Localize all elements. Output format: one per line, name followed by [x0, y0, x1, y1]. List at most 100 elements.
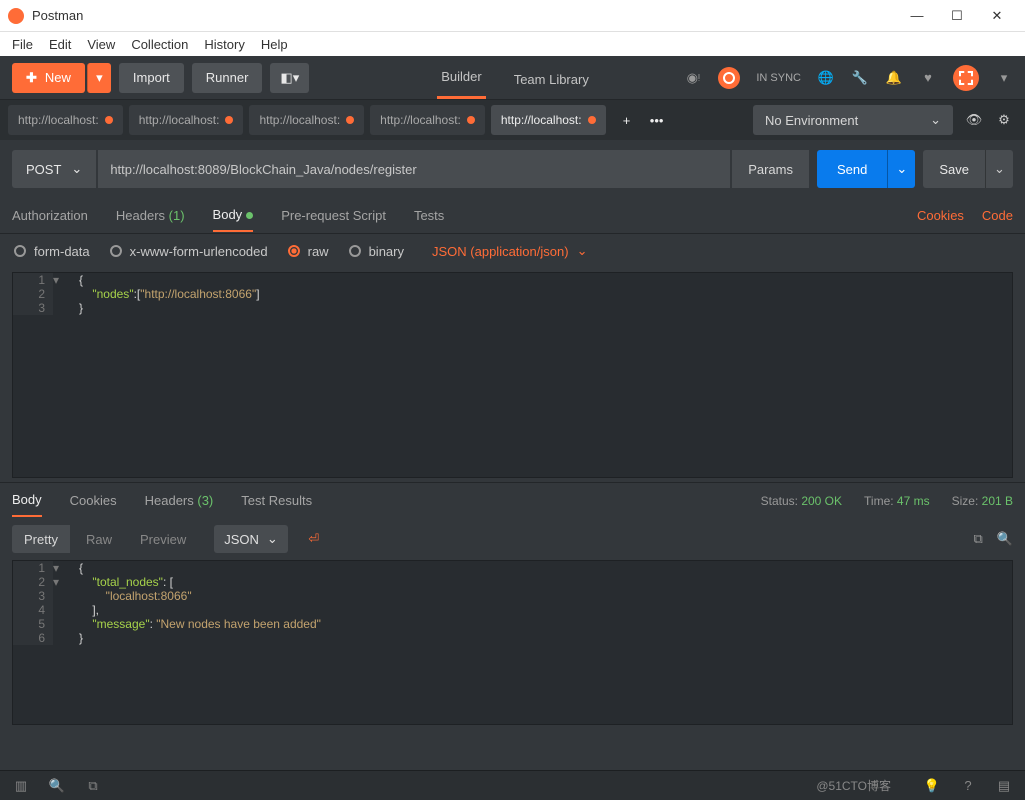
view-preview[interactable]: Preview [128, 525, 198, 553]
bulb-icon[interactable]: 💡 [923, 777, 941, 795]
resp-tab-body[interactable]: Body [12, 484, 42, 517]
request-subtabs: Authorization Headers (1) Body Pre-reque… [0, 198, 1025, 234]
content-type-select[interactable]: JSON (application/json)⌄ [432, 243, 587, 259]
help-icon[interactable]: ? [959, 777, 977, 795]
eye-icon[interactable]: 👁 [965, 111, 983, 129]
menu-help[interactable]: Help [261, 37, 288, 52]
gear-icon[interactable]: ⚙ [995, 111, 1013, 129]
user-dropdown-icon[interactable]: ▾ [995, 69, 1013, 87]
request-tab[interactable]: http://localhost: [129, 105, 244, 135]
watermark-text: @51CTO博客 [816, 777, 891, 794]
notifications-icon[interactable]: 🔔 [885, 69, 903, 87]
body-type-row: form-data x-www-form-urlencoded raw bina… [0, 234, 1025, 268]
active-dot-icon [246, 212, 253, 219]
runner-button[interactable]: Runner [192, 63, 263, 93]
request-body-editor[interactable]: 1▾{ 2 "nodes":["http://localhost:8066"] … [12, 272, 1013, 478]
capture-icon[interactable]: ◉ᵎ [684, 69, 702, 87]
dirty-dot-icon [588, 116, 596, 124]
top-toolbar: ✚New ▾ Import Runner ◧▾ Builder Team Lib… [0, 56, 1025, 100]
view-pretty[interactable]: Pretty [12, 525, 70, 553]
params-button[interactable]: Params [732, 150, 809, 188]
response-tabs: Body Cookies Headers (3) Test Results St… [0, 482, 1025, 518]
url-bar: POST ⌄ Params Send ⌄ Save ⌄ [0, 140, 1025, 198]
dirty-dot-icon [105, 116, 113, 124]
user-avatar[interactable] [953, 65, 979, 91]
chevron-down-icon: ⌄ [577, 243, 588, 259]
open-new-window-button[interactable]: ◧▾ [270, 63, 309, 93]
save-dropdown[interactable]: ⌄ [985, 150, 1013, 188]
http-method-select[interactable]: POST ⌄ [12, 150, 96, 188]
menu-file[interactable]: File [12, 37, 33, 52]
subtab-authorization[interactable]: Authorization [12, 200, 88, 231]
menu-history[interactable]: History [204, 37, 244, 52]
sync-status-icon[interactable] [718, 67, 740, 89]
radio-form-data[interactable]: form-data [14, 244, 90, 259]
add-tab-button[interactable]: + [612, 105, 642, 135]
radio-urlencoded[interactable]: x-www-form-urlencoded [110, 244, 268, 259]
request-tab[interactable]: http://localhost: [249, 105, 364, 135]
new-dropdown[interactable]: ▾ [87, 63, 111, 93]
dirty-dot-icon [225, 116, 233, 124]
subtab-prerequest[interactable]: Pre-request Script [281, 200, 386, 231]
dirty-dot-icon [467, 116, 475, 124]
response-body-viewer[interactable]: 1▾{ 2▾ "total_nodes": [ 3 "localhost:806… [12, 560, 1013, 725]
chevron-down-icon: ⌄ [930, 112, 941, 128]
tab-options-button[interactable]: ••• [642, 105, 672, 135]
code-link[interactable]: Code [982, 208, 1013, 223]
cookies-link[interactable]: Cookies [917, 208, 964, 223]
chevron-down-icon: ⌄ [71, 161, 82, 177]
plus-icon: ✚ [26, 70, 37, 86]
size-value: 201 B [982, 494, 1013, 508]
status-label: Status: [761, 494, 798, 508]
response-toolbar: Pretty Raw Preview JSON⌄ ⏎ ⧉ 🔍 [0, 518, 1025, 560]
tab-builder[interactable]: Builder [437, 57, 485, 99]
window-titlebar: Postman — ☐ ✕ [0, 0, 1025, 32]
sidebar-toggle-icon[interactable]: ▥ [12, 777, 30, 795]
wrench-icon[interactable]: 🔧 [851, 69, 869, 87]
menu-bar: File Edit View Collection History Help [0, 32, 1025, 56]
menu-edit[interactable]: Edit [49, 37, 71, 52]
search-icon[interactable]: 🔍 [997, 531, 1013, 547]
window-maximize[interactable]: ☐ [937, 4, 977, 28]
wrap-lines-icon[interactable]: ⏎ [300, 525, 328, 553]
send-dropdown[interactable]: ⌄ [887, 150, 915, 188]
request-tabs-bar: http://localhost: http://localhost: http… [0, 100, 1025, 140]
menu-view[interactable]: View [87, 37, 115, 52]
window-close[interactable]: ✕ [977, 4, 1017, 28]
status-value: 200 OK [801, 494, 842, 508]
chevron-down-icon: ⌄ [267, 531, 278, 547]
sync-label: IN SYNC [756, 72, 801, 84]
url-input[interactable] [98, 150, 730, 188]
environment-select[interactable]: No Environment ⌄ [753, 105, 953, 135]
response-format-select[interactable]: JSON⌄ [214, 525, 288, 553]
request-tab-active[interactable]: http://localhost: [491, 105, 606, 135]
status-bar: ▥ 🔍 ⧉ @51CTO博客 💡 ? ▤ [0, 770, 1025, 800]
resp-tab-tests[interactable]: Test Results [241, 485, 312, 516]
radio-binary[interactable]: binary [349, 244, 404, 259]
window-title: Postman [32, 8, 83, 23]
window-minimize[interactable]: — [897, 4, 937, 28]
copy-icon[interactable]: ⧉ [974, 531, 983, 547]
size-label: Size: [952, 494, 979, 508]
send-button[interactable]: Send [817, 150, 887, 188]
tab-team-library[interactable]: Team Library [510, 60, 593, 99]
heart-icon[interactable]: ♥ [919, 69, 937, 87]
save-button[interactable]: Save [923, 150, 985, 188]
layout-icon[interactable]: ▤ [995, 777, 1013, 795]
view-raw[interactable]: Raw [74, 525, 124, 553]
menu-collection[interactable]: Collection [131, 37, 188, 52]
request-tab[interactable]: http://localhost: [370, 105, 485, 135]
new-button[interactable]: ✚New [12, 63, 85, 93]
dirty-dot-icon [346, 116, 354, 124]
find-icon[interactable]: 🔍 [48, 777, 66, 795]
console-icon[interactable]: ⧉ [84, 777, 102, 795]
request-tab[interactable]: http://localhost: [8, 105, 123, 135]
radio-raw[interactable]: raw [288, 244, 329, 259]
import-button[interactable]: Import [119, 63, 184, 93]
subtab-tests[interactable]: Tests [414, 200, 444, 231]
subtab-body[interactable]: Body [213, 199, 254, 232]
resp-tab-cookies[interactable]: Cookies [70, 485, 117, 516]
resp-tab-headers[interactable]: Headers (3) [145, 485, 214, 516]
browse-icon[interactable]: 🌐 [817, 69, 835, 87]
subtab-headers[interactable]: Headers (1) [116, 200, 185, 231]
